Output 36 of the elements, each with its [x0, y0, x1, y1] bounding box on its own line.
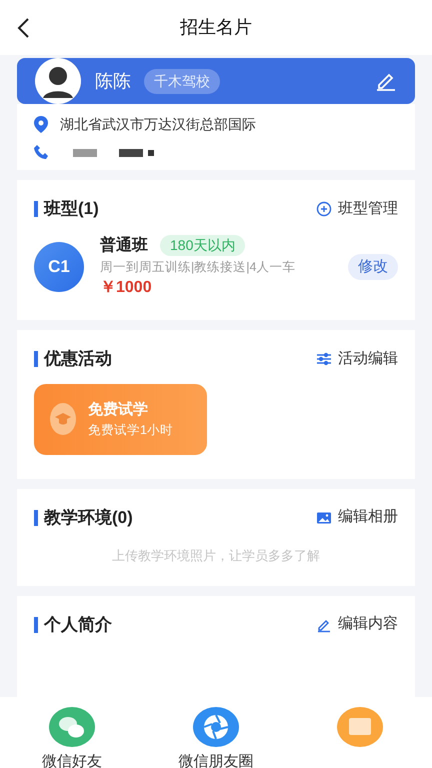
- sliders-icon: [316, 351, 332, 367]
- photo-icon: [337, 707, 383, 748]
- duration-tag: 180天以内: [160, 235, 246, 256]
- address-text: 湖北省武汉市万达汉街总部国际: [60, 115, 256, 134]
- aperture-icon: [193, 707, 239, 748]
- chat-bubbles-icon: [49, 707, 95, 748]
- title-marker: [34, 200, 38, 217]
- school-tag: 千木驾校: [144, 68, 220, 94]
- phone-icon: [34, 145, 49, 160]
- section-title: 班型(1): [44, 198, 99, 220]
- class-price: ￥1000: [100, 278, 153, 298]
- section-action[interactable]: 编辑内容: [316, 613, 398, 636]
- page-title: 招生名片: [180, 16, 252, 39]
- section-title: 优惠活动: [44, 348, 112, 370]
- class-name: 普通班: [100, 234, 148, 256]
- title-marker: [34, 510, 38, 526]
- activity-title: 免费试学: [88, 400, 149, 420]
- section-action[interactable]: 编辑相册: [316, 506, 398, 529]
- title-marker: [34, 616, 38, 632]
- section-action[interactable]: 活动编辑: [316, 348, 398, 370]
- class-badge: C1: [34, 242, 84, 292]
- edit-class-button[interactable]: 修改: [348, 254, 398, 280]
- graduation-cap-icon: [50, 403, 76, 436]
- edit-icon[interactable]: [375, 71, 397, 91]
- section-action[interactable]: 班型管理: [316, 198, 398, 220]
- activity-subtitle: 免费试学1小时: [88, 422, 173, 440]
- back-icon[interactable]: [16, 16, 30, 38]
- image-icon: [316, 510, 332, 526]
- class-description: 周一到周五训练|教练接送|4人一车: [100, 258, 296, 276]
- title-marker: [34, 351, 38, 367]
- section-title: 教学环境(0): [44, 506, 133, 529]
- add-circle-icon: [316, 200, 332, 217]
- user-name: 陈陈: [95, 70, 131, 92]
- empty-hint: 上传教学环境照片，让学员多多了解: [111, 547, 321, 566]
- section-title: 个人简介: [44, 614, 112, 636]
- location-pin-icon: [34, 116, 48, 133]
